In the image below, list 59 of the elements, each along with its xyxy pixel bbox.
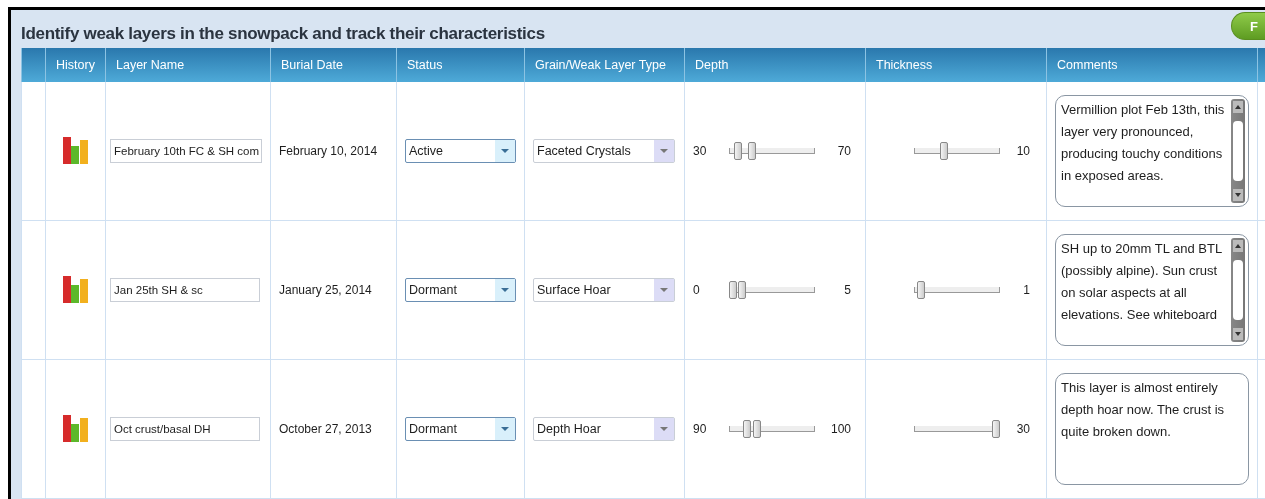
depth-min-value: 90 bbox=[693, 422, 708, 436]
depth-max-value: 100 bbox=[829, 422, 851, 436]
column-header: Depth bbox=[684, 48, 865, 82]
thickness-slider[interactable] bbox=[914, 280, 1000, 300]
bar-chart-icon[interactable] bbox=[62, 276, 89, 304]
grain-type-dropdown[interactable]: Surface Hoar bbox=[533, 278, 675, 302]
slider-thumb[interactable] bbox=[733, 142, 742, 160]
thickness-slider[interactable] bbox=[914, 141, 1000, 161]
slider-thumb[interactable] bbox=[939, 142, 948, 160]
scroll-down-icon[interactable] bbox=[1233, 328, 1243, 340]
slider-thumb[interactable] bbox=[743, 420, 752, 438]
thickness-value: 30 bbox=[1015, 422, 1030, 436]
layer-name-field[interactable]: February 10th FC & SH com bbox=[110, 139, 262, 163]
slider-thumb[interactable] bbox=[737, 281, 746, 299]
slider-thumb[interactable] bbox=[729, 281, 737, 299]
burial-date: January 25, 2014 bbox=[279, 283, 372, 297]
bar-chart-icon[interactable] bbox=[62, 415, 89, 443]
column-header: Thickness bbox=[865, 48, 1046, 82]
grain-type-dropdown[interactable]: Faceted Crystals bbox=[533, 139, 675, 163]
scroll-up-icon[interactable] bbox=[1233, 101, 1243, 113]
depth-range-slider[interactable] bbox=[729, 141, 815, 161]
scrollbar[interactable] bbox=[1231, 238, 1245, 342]
column-header: Comments bbox=[1046, 48, 1257, 82]
slider-thumb[interactable] bbox=[753, 420, 762, 438]
thickness-value: 1 bbox=[1022, 283, 1030, 297]
status-dropdown[interactable]: Dormant bbox=[405, 278, 516, 302]
comment-field[interactable]: SH up to 20mm TL and BTL (possibly alpine). Sun crust on solar aspects at all elevations. See whiteboard bbox=[1055, 234, 1249, 346]
depth-max-value: 5 bbox=[843, 283, 851, 297]
depth-range-slider[interactable] bbox=[729, 419, 815, 439]
column-header: Layer Name bbox=[105, 48, 270, 82]
burial-date: October 27, 2013 bbox=[279, 422, 372, 436]
status-dropdown[interactable]: Active bbox=[405, 139, 516, 163]
slider-thumb[interactable] bbox=[747, 142, 756, 160]
depth-min-value: 30 bbox=[693, 144, 708, 158]
depth-min-value: 0 bbox=[693, 283, 701, 297]
header-cell bbox=[1257, 48, 1265, 82]
slider-thumb[interactable] bbox=[992, 420, 1000, 438]
depth-max-value: 70 bbox=[836, 144, 851, 158]
thickness-value: 10 bbox=[1015, 144, 1030, 158]
bar-chart-icon[interactable] bbox=[62, 137, 89, 165]
slider-thumb[interactable] bbox=[916, 281, 925, 299]
thickness-slider[interactable] bbox=[914, 419, 1000, 439]
comment-field[interactable]: Vermillion plot Feb 13th, this layer very pronounced, producing touchy conditions in exposed areas. bbox=[1055, 95, 1249, 207]
burial-date: February 10, 2014 bbox=[279, 144, 378, 158]
grain-type-dropdown[interactable]: Depth Hoar bbox=[533, 417, 675, 441]
page-title: Identify weak layers in the snowpack and track their characteristics bbox=[21, 24, 545, 44]
column-header: Burial Date bbox=[270, 48, 396, 82]
status-dropdown[interactable]: Dormant bbox=[405, 417, 516, 441]
comment-field[interactable]: This layer is almost entirely depth hoar now. The crust is quite broken down. bbox=[1055, 373, 1249, 485]
layer-name-field[interactable]: Oct crust/basal DH bbox=[110, 417, 260, 441]
scroll-up-icon[interactable] bbox=[1233, 240, 1243, 252]
column-header: History bbox=[45, 48, 105, 82]
layer-name-field[interactable]: Jan 25th SH & sc bbox=[110, 278, 260, 302]
column-header: Grain/Weak Layer Type bbox=[524, 48, 684, 82]
column-header: Status bbox=[396, 48, 524, 82]
scroll-down-icon[interactable] bbox=[1233, 189, 1243, 201]
depth-range-slider[interactable] bbox=[729, 280, 815, 300]
scrollbar[interactable] bbox=[1231, 99, 1245, 203]
header-cell bbox=[21, 48, 45, 82]
